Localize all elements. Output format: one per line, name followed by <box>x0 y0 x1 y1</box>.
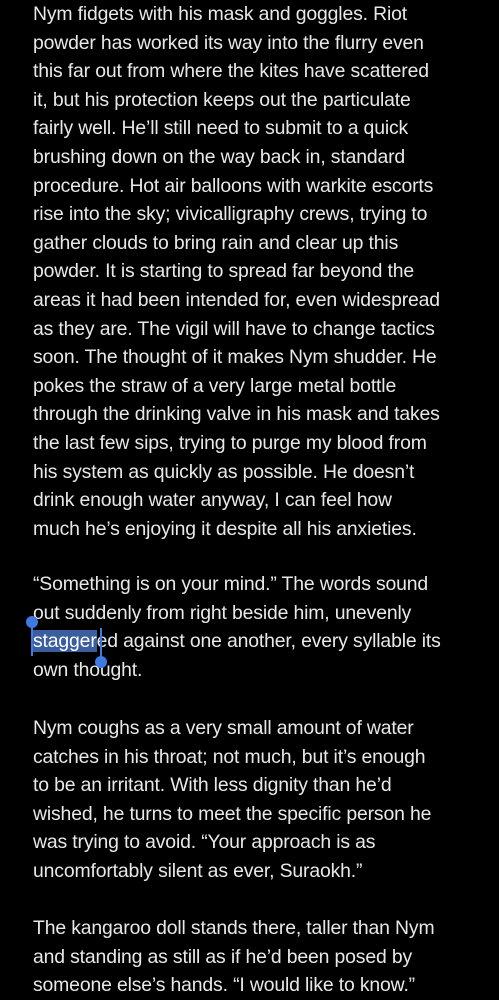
paragraph-3: Nym coughs as a very small amount of wat… <box>33 714 431 886</box>
text-line: through the drinking valve in his mask a… <box>33 403 440 426</box>
text-line: procedure. Hot air balloons with warkite… <box>33 174 434 197</box>
text-line: “Something is on your mind.” The words s… <box>33 573 429 595</box>
text-line: as they are. The vigil will have to chan… <box>33 317 435 340</box>
paragraph-4: The kangaroo doll stands there, taller t… <box>33 914 435 1000</box>
selection-start-handle-stem <box>31 626 33 656</box>
paragraph-2: “Something is on your mind.” The words s… <box>33 570 441 684</box>
text-line: was trying to avoid. “Your approach is a… <box>33 831 376 854</box>
text-line: drink enough water anyway, I can feel ho… <box>33 489 392 512</box>
text-line: his system as quickly as possible. He do… <box>33 460 415 483</box>
text-after-selection: ed against one another, every syllable i… <box>96 630 441 653</box>
text-line: areas it had been intended for, even wid… <box>33 288 440 311</box>
text-line: Nym fidgets with his mask and goggles. R… <box>33 3 407 25</box>
paragraph-1: Nym fidgets with his mask and goggles. R… <box>33 0 440 543</box>
selected-text[interactable]: stagger <box>33 630 97 653</box>
text-line: Nym coughs as a very small amount of wat… <box>33 717 414 739</box>
text-line: wished, he turns to meet the specific pe… <box>33 802 432 825</box>
text-line: soon. The thought of it makes Nym shudde… <box>33 346 437 369</box>
text-line: powder. It is starting to spread far bey… <box>33 260 414 283</box>
text-line: gather clouds to bring rain and clear up… <box>33 231 399 254</box>
text-line: rise into the sky; vivicalligraphy crews… <box>33 203 428 226</box>
text-line: fairly well. He’ll still need to submit … <box>33 117 409 140</box>
text-line: brushing down on the way back in, standa… <box>33 145 406 168</box>
text-line: someone else’s hands. “I would like to k… <box>33 974 415 997</box>
text-line: catches in his throat; not much, but it’… <box>33 745 426 768</box>
text-line: powder has worked its way into the flurr… <box>33 31 424 54</box>
text-line: out suddenly from right beside him, unev… <box>33 601 412 624</box>
text-line: and standing as still as if he’d been po… <box>33 945 413 968</box>
text-line: this far out from where the kites have s… <box>33 60 429 83</box>
text-line: much he’s enjoying it despite all his an… <box>33 517 417 540</box>
text-line: pokes the straw of a very large metal bo… <box>33 374 397 397</box>
selection-end-handle[interactable] <box>95 656 107 668</box>
text-line-with-selection: staggered against one another, every syl… <box>33 627 441 656</box>
text-line: to be an irritant. With less dignity tha… <box>33 774 392 797</box>
selection-start-handle[interactable] <box>26 616 38 628</box>
selection-end-handle-stem <box>100 628 102 658</box>
text-line: the last few sips, trying to purge my bl… <box>33 431 427 454</box>
text-line: it, but his protection keeps out the par… <box>33 88 411 111</box>
text-line: uncomfortably silent as ever, Suraokh.” <box>33 859 363 882</box>
text-line: The kangaroo doll stands there, taller t… <box>33 917 435 939</box>
